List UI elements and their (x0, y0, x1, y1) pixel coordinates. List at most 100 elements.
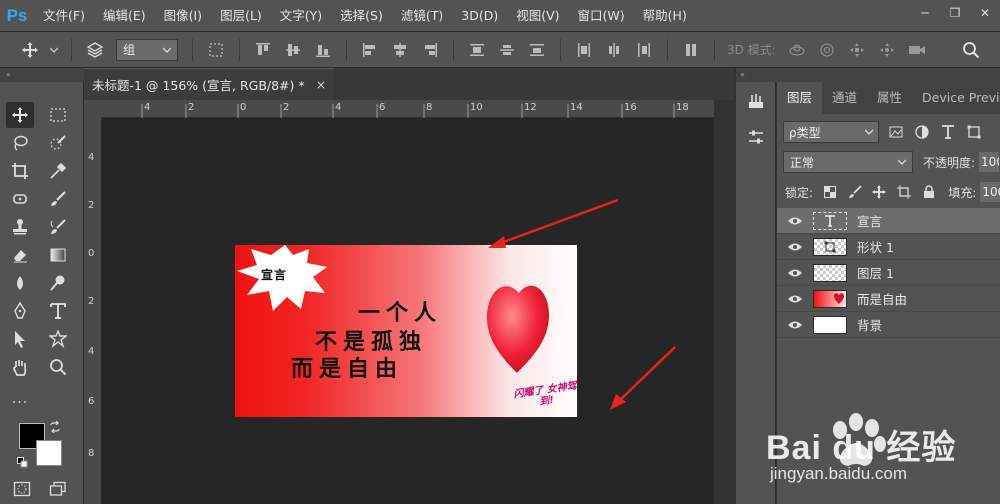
align-vcenter-icon[interactable] (281, 38, 305, 62)
eyedropper-tool-icon[interactable] (44, 158, 72, 184)
restore-button[interactable]: ❐ (940, 0, 970, 26)
default-colors-icon[interactable] (17, 457, 29, 469)
panel-collapse-button[interactable]: « (736, 68, 1000, 82)
filter-pixel-icon[interactable] (887, 123, 905, 141)
custom-shape-tool-icon[interactable] (44, 326, 72, 352)
path-selection-tool-icon[interactable] (6, 326, 34, 352)
auto-select-layers-icon[interactable] (83, 38, 107, 62)
lasso-tool-icon[interactable] (6, 130, 34, 156)
auto-select-dropdown[interactable]: 组 (116, 38, 178, 61)
align-top-icon[interactable] (251, 38, 275, 62)
move-tool-icon[interactable] (18, 38, 42, 62)
document-canvas[interactable]: 宣言 一个人 不是孤独 而是自由 闪耀了 女神驾到! (235, 245, 577, 417)
menu-image[interactable]: 图像(I) (155, 0, 211, 32)
distribute-hcenter-icon[interactable] (602, 38, 626, 62)
lock-artboard-icon[interactable] (896, 184, 912, 200)
visibility-eye-icon[interactable] (777, 294, 813, 304)
layer-row-ershi-ziyou[interactable]: 而是自由 (777, 286, 1000, 312)
layer-row-background[interactable]: 背景 (777, 312, 1000, 338)
transform-controls-icon[interactable] (204, 38, 228, 62)
filter-adjustment-icon[interactable] (913, 123, 931, 141)
filter-type-icon[interactable] (939, 123, 957, 141)
menu-edit[interactable]: 编辑(E) (94, 0, 155, 32)
layer-filter-dropdown[interactable]: ρ类型 (783, 121, 879, 143)
close-document-button[interactable]: × (316, 78, 326, 92)
align-right-icon[interactable] (418, 38, 442, 62)
swap-colors-icon[interactable] (49, 420, 63, 435)
document-tab[interactable]: 未标题-1 @ 156% (宣言, RGB/8#) * × (84, 68, 334, 100)
history-brush-tool-icon[interactable] (44, 214, 72, 240)
menu-window[interactable]: 窗口(W) (569, 0, 634, 32)
distribute-vcenter-icon[interactable] (495, 38, 519, 62)
layer-row-layer-1[interactable]: 图层 1 (777, 260, 1000, 286)
blur-tool-icon[interactable] (6, 270, 34, 296)
tab-channels[interactable]: 通道 (822, 82, 867, 114)
lock-brush-icon[interactable] (847, 184, 863, 200)
menu-layer[interactable]: 图层(L) (211, 0, 271, 32)
visibility-eye-icon[interactable] (777, 242, 813, 252)
crop-tool-icon[interactable] (6, 158, 34, 184)
menu-select[interactable]: 选择(S) (331, 0, 392, 32)
layer-row-xuanyan[interactable]: 宣言 (777, 208, 1000, 234)
filter-shape-icon[interactable] (965, 123, 983, 141)
3d-camera-icon[interactable] (905, 38, 929, 62)
marquee-tool-icon[interactable] (44, 102, 72, 128)
distribute-top-icon[interactable] (465, 38, 489, 62)
tab-properties[interactable]: 属性 (867, 82, 912, 114)
blend-mode-dropdown[interactable]: 正常 (783, 151, 913, 173)
distribute-left-icon[interactable] (572, 38, 596, 62)
chevron-down-icon[interactable] (48, 38, 60, 62)
pen-tool-icon[interactable] (6, 298, 34, 324)
toolbar-collapse-button[interactable]: « (0, 68, 84, 82)
lock-position-icon[interactable] (871, 184, 887, 200)
lock-all-icon[interactable] (921, 184, 937, 200)
brush-tool-icon[interactable] (44, 186, 72, 212)
menu-filter[interactable]: 滤镜(T) (392, 0, 452, 32)
3d-roll-icon[interactable] (815, 38, 839, 62)
align-bottom-icon[interactable] (311, 38, 335, 62)
menu-type[interactable]: 文字(Y) (271, 0, 331, 32)
layer-row-shape-1[interactable]: 形状 1 (777, 234, 1000, 260)
3d-orbit-icon[interactable] (785, 38, 809, 62)
distribute-right-icon[interactable] (632, 38, 656, 62)
lock-transparent-icon[interactable] (822, 184, 838, 200)
align-left-icon[interactable] (358, 38, 382, 62)
properties-sliders-icon[interactable] (744, 126, 768, 148)
more-tools-icon[interactable]: ... (6, 386, 34, 412)
minimize-button[interactable]: ─ (910, 0, 940, 26)
quick-selection-tool-icon[interactable] (44, 130, 72, 156)
menu-help[interactable]: 帮助(H) (634, 0, 696, 32)
vertical-ruler[interactable]: 4 2 0 2 4 6 8 (84, 118, 102, 504)
move-tool-icon[interactable] (6, 102, 34, 128)
visibility-eye-icon[interactable] (777, 320, 813, 330)
spot-healing-tool-icon[interactable] (6, 186, 34, 212)
eraser-tool-icon[interactable] (6, 242, 34, 268)
quick-mask-icon[interactable] (8, 476, 36, 502)
3d-slide-icon[interactable] (875, 38, 899, 62)
close-window-button[interactable]: ✕ (970, 0, 1000, 26)
type-tool-icon[interactable] (44, 298, 72, 324)
menu-3d[interactable]: 3D(D) (452, 0, 507, 32)
menu-view[interactable]: 视图(V) (507, 0, 568, 32)
clone-stamp-tool-icon[interactable] (6, 214, 34, 240)
screen-mode-icon[interactable] (44, 476, 72, 502)
dodge-tool-icon[interactable] (44, 270, 72, 296)
zoom-tool-icon[interactable] (44, 354, 72, 380)
gradient-tool-icon[interactable] (44, 242, 72, 268)
tab-layers[interactable]: 图层 (777, 82, 823, 114)
horizontal-ruler[interactable]: 4 2 0 2 4 6 8 10 12 14 16 18 (102, 100, 714, 118)
fill-input[interactable]: 100% (980, 182, 1000, 202)
distribute-bottom-icon[interactable] (525, 38, 549, 62)
align-hcenter-icon[interactable] (388, 38, 412, 62)
tab-device-preview[interactable]: Device Preview (912, 82, 1000, 114)
opacity-input[interactable]: 100% (979, 152, 1000, 172)
visibility-eye-icon[interactable] (777, 216, 813, 226)
hand-tool-icon[interactable] (6, 354, 34, 380)
tool-presets-icon[interactable] (744, 90, 768, 112)
visibility-eye-icon[interactable] (777, 268, 813, 278)
auto-align-icon[interactable] (679, 38, 703, 62)
menu-file[interactable]: 文件(F) (34, 0, 94, 32)
3d-pan-icon[interactable] (845, 38, 869, 62)
background-color-swatch[interactable] (36, 440, 62, 466)
search-icon[interactable] (959, 38, 983, 62)
